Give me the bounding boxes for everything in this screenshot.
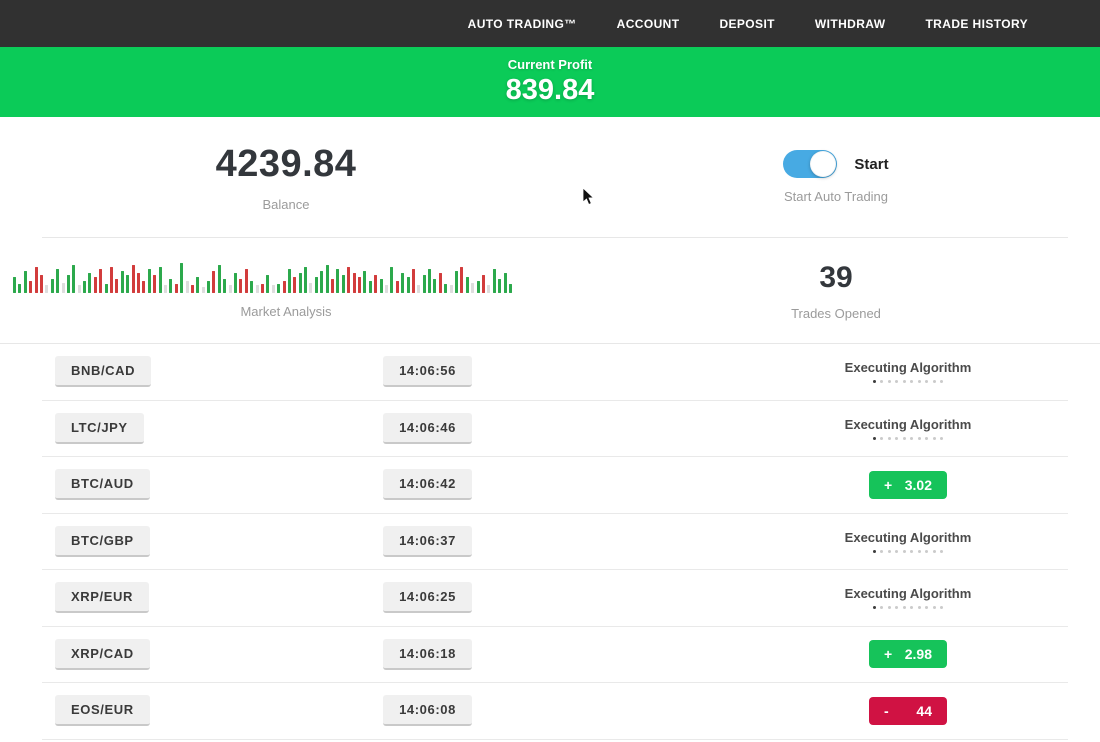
executing-label: Executing Algorithm [778,360,1038,375]
toggle-start-label: Start [854,156,888,173]
time-chip: 14:06:42 [383,469,472,500]
trade-row: BTC/GBP 14:06:37 Executing Algorithm [42,514,1068,571]
result-sign: + [884,477,892,493]
top-navbar: AUTO TRADING™ ACCOUNT DEPOSIT WITHDRAW T… [0,0,1100,47]
progress-dots [778,380,1038,383]
auto-trading-toggle[interactable] [783,150,837,178]
current-profit-label: Current Profit [508,57,593,72]
trade-row: LTC/JPY 14:06:46 Executing Algorithm [42,401,1068,458]
nav-account[interactable]: ACCOUNT [617,17,680,31]
current-profit-banner: Current Profit 839.84 [0,47,1100,117]
balance-value: 4239.84 [216,143,357,186]
result-badge: + 2.98 [869,640,947,668]
trades-list: BNB/CAD 14:06:56 Executing Algorithm LTC… [0,343,1100,740]
time-chip: 14:06:37 [383,526,472,557]
pair-chip[interactable]: BTC/GBP [55,526,150,557]
trades-opened-value: 39 [819,261,852,295]
pair-chip[interactable]: BNB/CAD [55,356,151,387]
pair-chip[interactable]: XRP/EUR [55,582,149,613]
trade-row: XRP/EUR 14:06:25 Executing Algorithm [42,570,1068,627]
trade-row: EOS/EUR 14:06:08 - 44 [42,683,1068,740]
result-sign: - [884,703,889,719]
nav-auto-trading[interactable]: AUTO TRADING™ [468,17,577,31]
market-analysis-row: Market Analysis 39 Trades Opened [0,238,1100,343]
pair-chip[interactable]: BTC/AUD [55,469,150,500]
executing-label: Executing Algorithm [778,586,1038,601]
pair-chip[interactable]: EOS/EUR [55,695,150,726]
market-analysis-chart [13,263,514,293]
result-value: 3.02 [905,477,932,493]
trade-row: BNB/CAD 14:06:56 Executing Algorithm [42,344,1068,401]
progress-dots [778,606,1038,609]
time-chip: 14:06:46 [383,413,472,444]
executing-status: Executing Algorithm [778,586,1038,609]
trades-opened-label: Trades Opened [791,306,881,321]
time-chip: 14:06:56 [383,356,472,387]
executing-label: Executing Algorithm [778,417,1038,432]
market-analysis-label: Market Analysis [240,304,331,319]
progress-dots [778,437,1038,440]
nav-deposit[interactable]: DEPOSIT [719,17,774,31]
balance-row: 4239.84 Balance Start Start Auto Trading [0,117,1100,237]
executing-status: Executing Algorithm [778,530,1038,553]
result-value: 2.98 [905,646,932,662]
executing-status: Executing Algorithm [778,360,1038,383]
start-auto-trading-label: Start Auto Trading [784,189,888,204]
trade-row: BTC/AUD 14:06:42 + 3.02 [42,457,1068,514]
pair-chip[interactable]: LTC/JPY [55,413,144,444]
time-chip: 14:06:08 [383,695,472,726]
time-chip: 14:06:18 [383,639,472,670]
result-sign: + [884,646,892,662]
time-chip: 14:06:25 [383,582,472,613]
toggle-knob [810,151,836,177]
pair-chip[interactable]: XRP/CAD [55,639,150,670]
executing-label: Executing Algorithm [778,530,1038,545]
result-badge: + 3.02 [869,471,947,499]
current-profit-value: 839.84 [506,74,595,107]
executing-status: Executing Algorithm [778,417,1038,440]
trade-row: XRP/CAD 14:06:18 + 2.98 [42,627,1068,684]
nav-withdraw[interactable]: WITHDRAW [815,17,886,31]
progress-dots [778,550,1038,553]
result-value: 44 [916,703,932,719]
balance-label: Balance [263,197,310,212]
result-badge: - 44 [869,697,947,725]
nav-trade-history[interactable]: TRADE HISTORY [925,17,1028,31]
